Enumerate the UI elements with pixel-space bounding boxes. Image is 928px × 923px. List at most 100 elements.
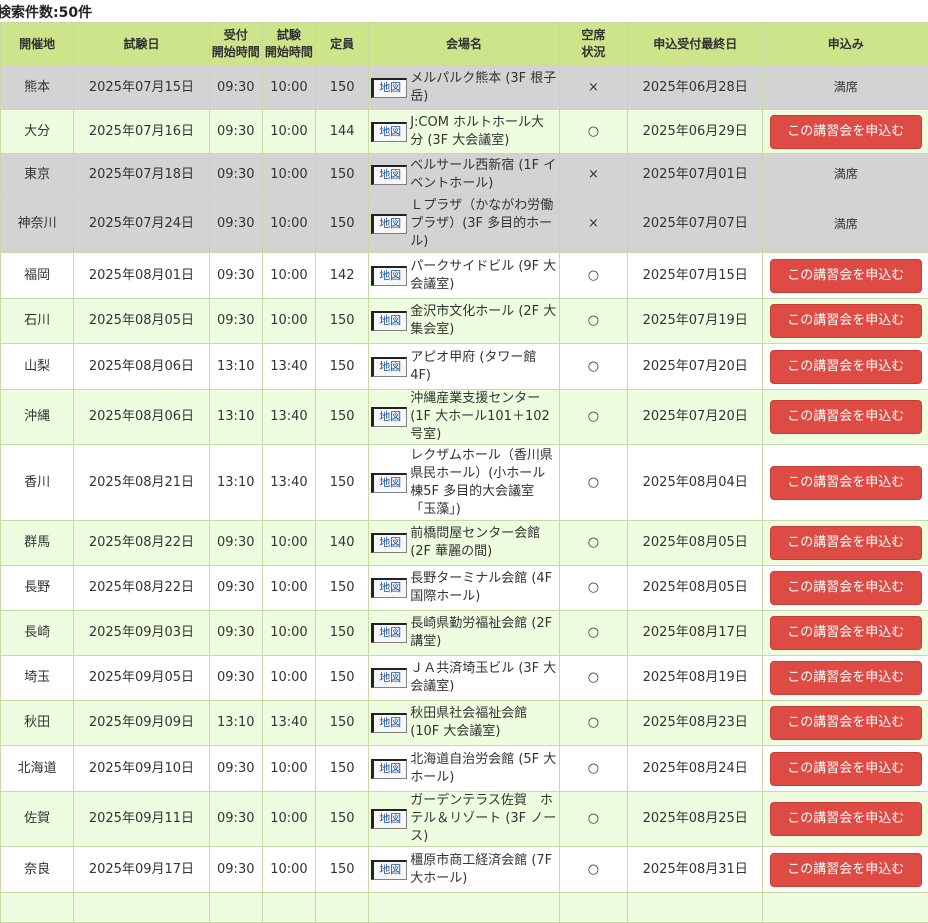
apply-seminar-button[interactable]: この講習会を申込む xyxy=(770,706,922,740)
cell-exam-start-time: 10:00 xyxy=(262,847,315,893)
cell-exam-start-time: 13:40 xyxy=(262,344,315,390)
apply-seminar-button[interactable]: この講習会を申込む xyxy=(770,752,922,786)
apply-seminar-button[interactable]: この講習会を申込む xyxy=(770,115,922,149)
cell-deadline: 2025年08月05日 xyxy=(628,566,763,611)
cell-deadline: 2025年08月31日 xyxy=(628,847,763,893)
map-button[interactable]: 地図 xyxy=(371,533,407,553)
cell-availability: × xyxy=(559,66,627,110)
cell-availability: ○ xyxy=(559,566,627,611)
map-button[interactable]: 地図 xyxy=(371,214,407,234)
cell-region: 熊本 xyxy=(1,66,74,110)
cell-capacity: 150 xyxy=(316,701,369,746)
cell-venue: 地図前橋問屋センター会館 (2F 華麗の間) xyxy=(369,521,560,566)
map-button[interactable]: 地図 xyxy=(371,809,407,829)
cell-venue: 地図橿原市商工経済会館 (7F 大ホール) xyxy=(369,847,560,893)
cell-region xyxy=(1,893,74,923)
cell-capacity: 150 xyxy=(316,154,369,196)
map-button[interactable]: 地図 xyxy=(371,165,407,185)
cell-region: 石川 xyxy=(1,299,74,344)
apply-seminar-button[interactable]: この講習会を申込む xyxy=(770,661,922,695)
table-row: 福岡2025年08月01日09:3010:00142地図パークサイドビル (9F… xyxy=(1,253,928,299)
venue-cell-content: 地図ＪＡ共済埼玉ビル (3F 大会議室) xyxy=(371,660,557,696)
map-button[interactable]: 地図 xyxy=(371,473,407,493)
apply-seminar-button[interactable]: この講習会を申込む xyxy=(770,802,922,836)
cell-venue: 地図アピオ甲府 (タワー館 4F) xyxy=(369,344,560,390)
venue-name: 秋田県社会福祉会館 (10F 大会議室) xyxy=(410,705,557,741)
map-button[interactable]: 地図 xyxy=(371,407,407,427)
search-result-count: 検索件数:50件 xyxy=(0,2,92,22)
apply-seminar-button[interactable]: この講習会を申込む xyxy=(770,466,922,500)
venue-name: 前橋問屋センター会館 (2F 華麗の間) xyxy=(410,525,557,561)
venue-cell-content: 地図沖縄産業支援センター (1F 大ホール101＋102号室) xyxy=(371,390,557,444)
apply-seminar-button[interactable]: この講習会を申込む xyxy=(770,616,922,650)
table-row: 長崎2025年09月03日09:3010:00150地図長崎県勤労福祉会館 (2… xyxy=(1,611,928,656)
cell-exam-date: 2025年08月21日 xyxy=(74,445,209,521)
header-availability: 空席状況 xyxy=(559,23,627,66)
map-button[interactable]: 地図 xyxy=(371,759,407,779)
cell-region: 山梨 xyxy=(1,344,74,390)
map-button[interactable]: 地図 xyxy=(371,713,407,733)
cell-exam-start-time: 13:40 xyxy=(262,445,315,521)
venue-cell-content: 地図パークサイドビル (9F 大会議室) xyxy=(371,258,557,294)
venue-name: 橿原市商工経済会館 (7F 大ホール) xyxy=(410,852,557,888)
cell-exam-start-time: 10:00 xyxy=(262,253,315,299)
venue-cell-content: 地図秋田県社会福祉会館 (10F 大会議室) xyxy=(371,705,557,741)
apply-seminar-button[interactable]: この講習会を申込む xyxy=(770,400,922,434)
cell-region: 北海道 xyxy=(1,746,74,792)
map-button[interactable]: 地図 xyxy=(371,668,407,688)
cell-exam-start-time: 10:00 xyxy=(262,521,315,566)
map-button[interactable]: 地図 xyxy=(371,623,407,643)
venue-cell-content: 地図長野ターミナル会館 (4F 国際ホール) xyxy=(371,570,557,606)
table-row: 埼玉2025年09月05日09:3010:00150地図ＪＡ共済埼玉ビル (3F… xyxy=(1,656,928,701)
apply-seminar-button[interactable]: この講習会を申込む xyxy=(770,853,922,887)
cell-exam-date: 2025年08月01日 xyxy=(74,253,209,299)
map-button[interactable]: 地図 xyxy=(371,311,407,331)
cell-capacity: 150 xyxy=(316,656,369,701)
cell-exam-date: 2025年08月06日 xyxy=(74,390,209,445)
cell-availability: × xyxy=(559,154,627,196)
cell-venue: 地図長野ターミナル会館 (4F 国際ホール) xyxy=(369,566,560,611)
cell-exam-start-time xyxy=(262,893,315,923)
cell-availability: ○ xyxy=(559,344,627,390)
header-exam-line2: 開始時間 xyxy=(265,45,313,59)
cell-exam-start-time: 10:00 xyxy=(262,154,315,196)
header-venue: 会場名 xyxy=(369,23,560,66)
cell-reception-time: 09:30 xyxy=(209,792,262,847)
cell-apply: 満席 xyxy=(763,154,928,196)
cell-region: 長崎 xyxy=(1,611,74,656)
apply-seminar-button[interactable]: この講習会を申込む xyxy=(770,259,922,293)
cell-capacity: 150 xyxy=(316,566,369,611)
cell-availability: × xyxy=(559,196,627,253)
map-button[interactable]: 地図 xyxy=(371,860,407,880)
cell-exam-start-time: 10:00 xyxy=(262,299,315,344)
cell-capacity: 150 xyxy=(316,66,369,110)
cell-reception-time: 09:30 xyxy=(209,196,262,253)
venue-name: アピオ甲府 (タワー館 4F) xyxy=(410,349,557,385)
cell-deadline: 2025年07月15日 xyxy=(628,253,763,299)
apply-seminar-button[interactable]: この講習会を申込む xyxy=(770,571,922,605)
apply-seminar-button[interactable]: この講習会を申込む xyxy=(770,350,922,384)
map-button[interactable]: 地図 xyxy=(371,578,407,598)
map-button[interactable]: 地図 xyxy=(371,78,407,98)
cell-capacity: 150 xyxy=(316,847,369,893)
cell-apply: この講習会を申込む xyxy=(763,299,928,344)
apply-seminar-button[interactable]: この講習会を申込む xyxy=(770,304,922,338)
apply-seminar-button[interactable]: この講習会を申込む xyxy=(770,526,922,560)
full-status-label: 満席 xyxy=(834,217,858,231)
cell-exam-date: 2025年08月05日 xyxy=(74,299,209,344)
cell-apply: この講習会を申込む xyxy=(763,611,928,656)
cell-capacity: 144 xyxy=(316,110,369,154)
cell-apply: 満席 xyxy=(763,196,928,253)
cell-exam-start-time: 10:00 xyxy=(262,110,315,154)
venue-cell-content: 地図橿原市商工経済会館 (7F 大ホール) xyxy=(371,852,557,888)
cell-apply: この講習会を申込む xyxy=(763,792,928,847)
cell-reception-time: 09:30 xyxy=(209,746,262,792)
venue-cell-content: 地図メルパルク熊本 (3F 根子岳) xyxy=(371,70,557,106)
cell-venue: 地図ＪＡ共済埼玉ビル (3F 大会議室) xyxy=(369,656,560,701)
map-button[interactable]: 地図 xyxy=(371,357,407,377)
header-exam-start-time: 試験開始時間 xyxy=(262,23,315,66)
venue-name: ガーデンテラス佐賀 ホテル＆リゾート (3F ノース) xyxy=(410,792,557,846)
cell-capacity: 150 xyxy=(316,390,369,445)
map-button[interactable]: 地図 xyxy=(371,266,407,286)
map-button[interactable]: 地図 xyxy=(371,122,407,142)
